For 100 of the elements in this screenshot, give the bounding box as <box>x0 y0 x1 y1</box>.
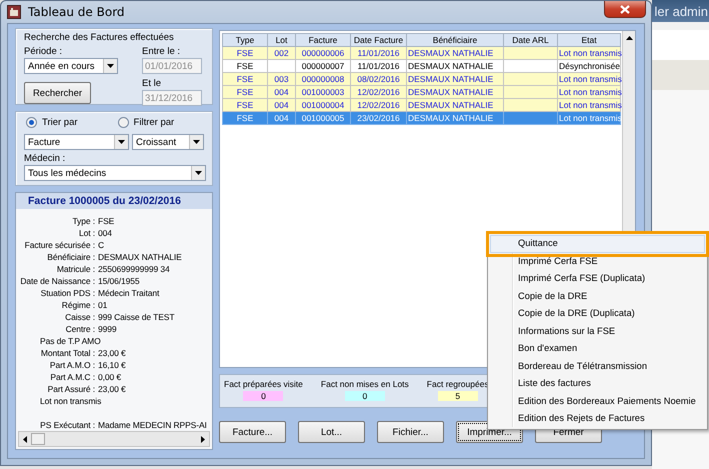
detail-value: C <box>97 239 104 251</box>
table-cell: 08/02/2016 <box>350 72 406 86</box>
radio-button[interactable] <box>26 117 37 128</box>
menu-item[interactable]: Edition des Bordereaux Paiements Noemie <box>490 392 705 410</box>
group-title: Recherche des Factures effectuées <box>24 32 175 43</box>
detail-label: Régime : <box>60 299 95 311</box>
table-cell: 000000007 <box>296 60 350 72</box>
column-header[interactable]: Date ARL <box>504 34 558 46</box>
action-button[interactable]: Lot... <box>298 421 365 443</box>
table-row[interactable]: FSE 004 001000004 12/02/2016 DESMAUX NATHALIE Lot non transmis <box>222 98 620 112</box>
radio-option[interactable]: Filtrer par <box>118 117 174 128</box>
dropdown-arrow-icon <box>107 64 114 68</box>
menu-item[interactable]: Bordereau de Télétransmission <box>490 358 705 375</box>
sort-order-dropdown[interactable]: Croissant <box>132 134 204 150</box>
table-cell: 000000008 <box>296 72 350 86</box>
column-header[interactable]: Facture <box>296 34 350 46</box>
table-cell: 000000006 <box>296 46 350 60</box>
period-dropdown[interactable]: Année en cours <box>24 58 118 74</box>
table-cell: 001000004 <box>296 98 350 112</box>
detail-label: Centre : <box>64 323 95 335</box>
detail-value: Médecin Traitant <box>97 287 160 299</box>
detail-label: Lot : <box>78 227 95 239</box>
horizontal-scrollbar[interactable] <box>18 431 210 447</box>
detail-value: 16,10 € <box>97 359 126 371</box>
table-cell: Lot non transmis <box>558 72 620 86</box>
close-button[interactable] <box>604 1 646 18</box>
menu-item[interactable]: Copie de la DRE (Duplicata) <box>490 305 705 322</box>
table-cell: Désynchronisée <box>558 60 620 72</box>
detail-value: Madame MEDECIN RPPS-AI <box>97 419 207 431</box>
detail-label: Bénéficiaire : <box>46 251 95 263</box>
detail-label: PS Exécutant : <box>39 419 95 431</box>
counter-value: 0 <box>243 391 284 401</box>
details-title: Facture 1000005 du 23/02/2016 <box>16 193 212 209</box>
sort-field-dropdown[interactable]: Facture <box>24 134 129 150</box>
search-button[interactable]: Rechercher <box>24 82 91 104</box>
table-cell: DESMAUX NATHALIE <box>406 60 504 72</box>
detail-note: Lot non transmis <box>39 395 102 407</box>
field-label: Et le <box>142 78 162 90</box>
dropdown-arrow-icon <box>193 140 200 144</box>
detail-label: Caisse : <box>64 311 95 323</box>
detail-label: Date de Naissance : <box>19 275 95 287</box>
field-label: Médecin : <box>24 153 66 165</box>
table-cell: 001000005 <box>296 112 350 124</box>
field-label: Entre le : <box>142 46 180 58</box>
table-cell: 12/02/2016 <box>350 98 406 112</box>
scroll-thumb[interactable] <box>31 433 45 445</box>
detail-label: Type : <box>71 215 95 227</box>
detail-value: 0,00 € <box>97 371 122 383</box>
table-row[interactable]: FSE 004 001000003 12/02/2016 DESMAUX NATHALIE Lot non transmis <box>222 86 620 98</box>
detail-value: 9999 <box>97 323 117 335</box>
counter-value: 5 <box>438 391 478 401</box>
column-header[interactable]: Etat <box>558 34 620 46</box>
dropdown-arrow-icon <box>118 140 125 144</box>
menu-item[interactable]: Imprimé Cerfa FSE (Duplicata) <box>490 270 705 288</box>
radio-option[interactable]: Trier par <box>26 117 78 128</box>
menu-item[interactable]: Copie de la DRE <box>490 288 705 305</box>
counter-label: Fact non mises en Lots <box>320 379 409 389</box>
scroll-up-icon <box>626 36 632 40</box>
column-header[interactable]: Lot <box>268 34 296 46</box>
window-title: Tableau de Bord <box>28 5 125 19</box>
counter-value: 0 <box>344 391 385 401</box>
table-cell: 23/02/2016 <box>350 112 406 124</box>
action-button[interactable]: Facture... <box>219 421 286 443</box>
table-row[interactable]: FSE 000000007 11/01/2016 DESMAUX NATHALIE Désynchronisée <box>222 60 620 72</box>
table-cell: FSE <box>222 60 268 72</box>
field-label: Période : <box>24 46 62 58</box>
table-cell: FSE <box>222 98 268 112</box>
detail-label: Facture sécurisée : <box>24 239 95 251</box>
table-cell: Lot non transmis <box>558 98 620 112</box>
detail-value: 01 <box>97 299 108 311</box>
detail-value: 15/06/1955 <box>97 275 140 287</box>
detail-note: Pas de T.P AMO <box>39 335 101 347</box>
menu-item[interactable]: Imprimé Cerfa FSE <box>490 252 705 270</box>
scroll-right-icon <box>201 436 205 442</box>
column-header[interactable]: Date Facture <box>350 34 406 46</box>
table-row[interactable]: FSE 003 000000008 08/02/2016 DESMAUX NATHALIE Lot non transmis <box>222 72 620 86</box>
table-cell: Lot non transmis <box>558 46 620 60</box>
column-header[interactable]: Bénéficiaire <box>406 34 504 46</box>
detail-label: Part A.M.O : <box>48 359 95 371</box>
radio-button[interactable] <box>118 117 129 128</box>
menu-item[interactable]: Informations sur la FSE <box>490 322 705 340</box>
table-row[interactable]: FSE 002 000000006 11/01/2016 DESMAUX NATHALIE Lot non transmis <box>222 46 620 60</box>
counter-label: Fact préparées visite <box>224 379 303 389</box>
column-header[interactable]: Type <box>222 34 268 46</box>
menu-item[interactable]: Bon d'examen <box>490 340 705 358</box>
table-cell: FSE <box>222 86 268 98</box>
table-cell: 001000003 <box>296 86 350 98</box>
table-cell: FSE <box>222 112 268 124</box>
table-cell: 11/01/2016 <box>350 46 406 60</box>
doctor-dropdown[interactable]: Tous les médecins <box>24 165 206 181</box>
detail-value: 999 Caisse de TEST <box>97 311 174 323</box>
detail-label: Montant Total : <box>40 347 95 359</box>
table-cell: DESMAUX NATHALIE <box>406 86 504 98</box>
menu-item[interactable]: Liste des factures <box>490 375 705 392</box>
detail-value: DESMAUX NATHALIE <box>97 251 182 263</box>
table-cell: Lot non transmis <box>558 112 620 124</box>
detail-label: Stuation PDS : <box>40 287 95 299</box>
detail-value: 23,00 € <box>97 347 126 359</box>
table-cell: DESMAUX NATHALIE <box>406 46 504 60</box>
action-button[interactable]: Fichier... <box>377 421 444 443</box>
